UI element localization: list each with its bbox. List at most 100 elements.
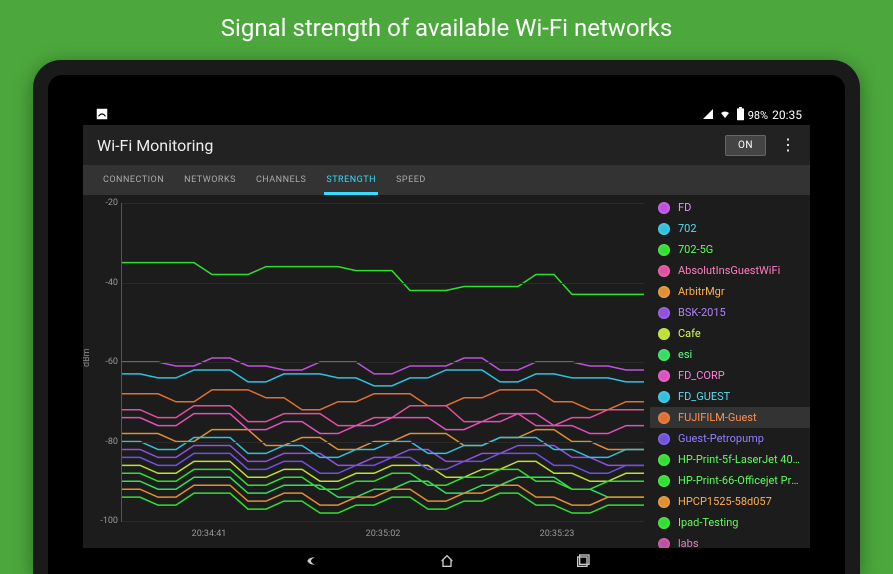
series-line — [122, 263, 644, 295]
legend-item[interactable]: FUJIFILM-Guest — [650, 407, 810, 428]
legend-color-dot — [658, 328, 670, 340]
tab-bar: CONNECTIONNETWORKSCHANNELSSTRENGTHSPEED — [83, 165, 810, 195]
legend-item[interactable]: HPCP1525-58d057 — [650, 491, 810, 512]
series-line — [122, 461, 644, 481]
legend-item[interactable]: FD_GUEST — [650, 386, 810, 407]
y-tick: -60 — [94, 357, 118, 367]
home-icon[interactable] — [439, 553, 455, 569]
legend-color-dot — [658, 433, 670, 445]
android-nav-bar — [83, 548, 810, 574]
legend-color-dot — [658, 223, 670, 235]
series-line — [122, 370, 644, 386]
status-bar: 98% 20:35 — [83, 105, 810, 125]
signal-icon — [702, 108, 714, 123]
app-title: Wi-Fi Monitoring — [97, 136, 213, 155]
series-line — [122, 430, 644, 450]
legend-item[interactable]: HP-Print-66-Officejet Pro 8610 — [650, 470, 810, 491]
grid-line — [122, 283, 644, 284]
legend-label: Guest-Petropump — [678, 432, 764, 445]
legend-item[interactable]: labs — [650, 533, 810, 548]
legend-item[interactable]: esi — [650, 344, 810, 365]
content: dBm -20-40-60-80-10020:34:4120:35:0220:3… — [83, 195, 810, 548]
legend-color-dot — [658, 454, 670, 466]
legend-label: 702 — [678, 222, 697, 235]
legend-item[interactable]: BSK-2015 — [650, 302, 810, 323]
x-tick: 20:35:02 — [366, 529, 401, 539]
legend-label: FUJIFILM-Guest — [678, 411, 757, 424]
legend-label: Cafe — [678, 327, 701, 340]
legend-item[interactable]: FD — [650, 197, 810, 218]
legend-color-dot — [658, 349, 670, 361]
legend-item[interactable]: FD_CORP — [650, 365, 810, 386]
battery-icon — [736, 107, 745, 124]
back-icon[interactable] — [303, 553, 319, 569]
tab-connection[interactable]: CONNECTION — [93, 165, 174, 195]
tablet-frame: 98% 20:35 Wi-Fi Monitoring ON ⋮ CONNECTI… — [33, 60, 860, 574]
legend-color-dot — [658, 538, 670, 549]
monitoring-toggle[interactable]: ON — [725, 135, 766, 156]
y-axis-label: dBm — [83, 348, 92, 367]
legend-item[interactable]: ArbitrMgr — [650, 281, 810, 302]
legend-label: esi — [678, 348, 692, 361]
legend-color-dot — [658, 370, 670, 382]
legend-color-dot — [658, 475, 670, 487]
legend-item[interactable]: Ipad-Testing — [650, 512, 810, 533]
tab-networks[interactable]: NETWORKS — [174, 165, 246, 195]
y-tick: -40 — [94, 278, 118, 288]
legend-item[interactable]: AbsolutInsGuestWiFi — [650, 260, 810, 281]
legend-label: HP-Print-66-Officejet Pro 8610 — [678, 474, 802, 487]
series-line — [122, 406, 644, 426]
legend-item[interactable]: Cafe — [650, 323, 810, 344]
legend-color-dot — [658, 391, 670, 403]
overflow-menu-icon[interactable]: ⋮ — [780, 137, 796, 153]
legend-label: labs — [678, 537, 699, 548]
clock: 20:35 — [772, 108, 802, 122]
grid-line — [122, 362, 644, 363]
legend-color-dot — [658, 244, 670, 256]
legend-label: FD — [678, 201, 691, 214]
legend-color-dot — [658, 202, 670, 214]
series-line — [122, 414, 644, 434]
legend-color-dot — [658, 307, 670, 319]
legend-item[interactable]: 702-5G — [650, 239, 810, 260]
chart-area[interactable]: dBm -20-40-60-80-10020:34:4120:35:0220:3… — [83, 195, 650, 548]
tab-strength[interactable]: STRENGTH — [316, 165, 386, 195]
legend-color-dot — [658, 517, 670, 529]
legend-label: HP-Print-5f-LaserJet 400 MFP — [678, 453, 802, 466]
legend-label: 702-5G — [678, 243, 713, 256]
legend-label: BSK-2015 — [678, 306, 726, 319]
grid-line — [122, 442, 644, 443]
series-line — [122, 469, 644, 489]
legend-item[interactable]: HP-Print-5f-LaserJet 400 MFP — [650, 449, 810, 470]
battery-percent: 98% — [748, 109, 768, 122]
tab-speed[interactable]: SPEED — [386, 165, 436, 195]
screen: 98% 20:35 Wi-Fi Monitoring ON ⋮ CONNECTI… — [83, 105, 810, 574]
legend-color-dot — [658, 265, 670, 277]
legend-label: AbsolutInsGuestWiFi — [678, 264, 780, 277]
legend-item[interactable]: 702 — [650, 218, 810, 239]
series-line — [122, 445, 644, 465]
y-tick: -100 — [94, 516, 118, 526]
recent-icon[interactable] — [575, 553, 591, 569]
x-tick: 20:35:23 — [540, 529, 575, 539]
legend-item[interactable]: Guest-Petropump — [650, 428, 810, 449]
grid-line — [122, 203, 644, 204]
wifi-scan-icon — [95, 107, 109, 124]
chart: -20-40-60-80-10020:34:4120:35:0220:35:23 — [121, 203, 644, 522]
series-line — [122, 453, 644, 473]
tab-channels[interactable]: CHANNELS — [246, 165, 316, 195]
tablet-edge: 98% 20:35 Wi-Fi Monitoring ON ⋮ CONNECTI… — [48, 75, 845, 574]
y-tick: -80 — [94, 437, 118, 447]
series-line — [122, 358, 644, 374]
legend-label: FD_CORP — [678, 369, 725, 382]
legend-label: ArbitrMgr — [678, 285, 725, 298]
legend-color-dot — [658, 496, 670, 508]
legend-label: HPCP1525-58d057 — [678, 495, 772, 508]
legend-label: FD_GUEST — [678, 390, 730, 403]
series-line — [122, 485, 644, 505]
legend[interactable]: FD 702 702-5G AbsolutInsGuestWiFi ArbitrMgr B… — [650, 195, 810, 548]
legend-color-dot — [658, 412, 670, 424]
x-tick: 20:34:41 — [192, 529, 227, 539]
series-line — [122, 438, 644, 458]
legend-label: Ipad-Testing — [678, 516, 738, 529]
